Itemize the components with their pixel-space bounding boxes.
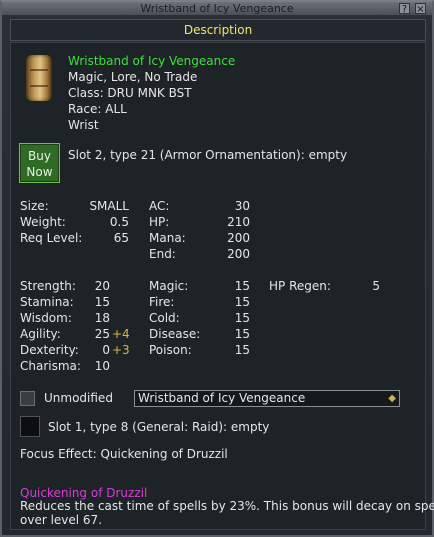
regen-value: 5: [372, 279, 380, 293]
resist-label: Cold:: [149, 311, 180, 325]
stat-value: 30: [234, 199, 250, 213]
attribute-label: Strength:: [20, 279, 76, 293]
window-title: Wristband of Icy Vengeance: [140, 2, 294, 15]
stat-label: Size:: [20, 199, 49, 213]
attribute-value: 15: [94, 295, 110, 309]
unmodified-checkbox[interactable]: [20, 391, 35, 406]
resist-label: Fire:: [149, 295, 175, 309]
aug-slot-1-box[interactable]: [20, 416, 40, 437]
item-flags: Magic, Lore, No Trade: [68, 70, 198, 84]
resist-value: 15: [234, 327, 250, 341]
wristband-icon: [26, 55, 52, 101]
resist-value: 15: [234, 343, 250, 357]
stat-label: HP:: [149, 215, 170, 229]
attribute-value: 20: [94, 279, 110, 293]
item-display-window: Wristband of Icy Vengeance ? × Descripti…: [0, 0, 434, 537]
help-button[interactable]: ?: [399, 3, 410, 15]
chevron-down-icon: ◆: [388, 393, 396, 404]
buy-now-button[interactable]: Buy Now: [19, 143, 60, 183]
focus-description: Reduces the cast time of spells by 23%. …: [20, 499, 434, 513]
unmodified-label: Unmodified: [44, 391, 113, 405]
attribute-value: 18: [94, 311, 110, 325]
resist-label: Magic:: [149, 279, 189, 293]
attribute-value: 0: [102, 343, 110, 357]
attribute-bonus: +3: [112, 343, 130, 357]
focus-name: Quickening of Druzzil: [20, 486, 148, 500]
stat-value: SMALL: [89, 199, 129, 213]
resist-label: Disease:: [149, 327, 201, 341]
dropdown-selected: Wristband of Icy Vengeance: [138, 391, 306, 405]
aug-slot-2: Slot 2, type 21 (Armor Ornamentation): e…: [68, 148, 348, 162]
attribute-label: Wisdom:: [20, 311, 72, 325]
stat-label: AC:: [149, 199, 170, 213]
close-button[interactable]: ×: [415, 3, 426, 15]
attribute-value: 25: [94, 327, 110, 341]
regen-label: HP Regen:: [269, 279, 331, 293]
title-bar[interactable]: Wristband of Icy Vengeance ? ×: [2, 2, 432, 16]
stat-label: Mana:: [149, 231, 186, 245]
stat-value: 200: [227, 247, 250, 261]
attribute-value: 10: [94, 359, 110, 373]
attribute-label: Stamina:: [20, 295, 74, 309]
attribute-bonus: +4: [112, 327, 130, 341]
resist-value: 15: [234, 311, 250, 325]
item-variant-dropdown[interactable]: Wristband of Icy Vengeance ◆: [134, 390, 400, 407]
stat-value: 0.5: [109, 215, 129, 229]
stat-value: 65: [113, 231, 129, 245]
stat-value: 200: [227, 231, 250, 245]
resist-label: Poison:: [149, 343, 192, 357]
attribute-label: Dexterity:: [20, 343, 79, 357]
resist-value: 15: [234, 295, 250, 309]
stat-label: End:: [149, 247, 176, 261]
item-race: Race: ALL: [68, 102, 127, 116]
description-header: Description: [10, 19, 426, 41]
item-slot: Wrist: [68, 118, 99, 132]
item-name: Wristband of Icy Vengeance: [68, 54, 236, 68]
resist-value: 15: [234, 279, 250, 293]
focus-description-2: over level 67.: [20, 513, 103, 527]
item-class: Class: DRU MNK BST: [68, 86, 192, 100]
buy-now-label-1: Buy: [28, 149, 51, 163]
stat-label: Weight:: [20, 215, 66, 229]
attribute-label: Agility:: [20, 327, 61, 341]
stat-value: 210: [227, 215, 250, 229]
buy-now-label-2: Now: [26, 165, 53, 179]
aug-slot-1: Slot 1, type 8 (General: Raid): empty: [48, 420, 270, 434]
focus-effect: Focus Effect: Quickening of Druzzil: [20, 447, 228, 461]
